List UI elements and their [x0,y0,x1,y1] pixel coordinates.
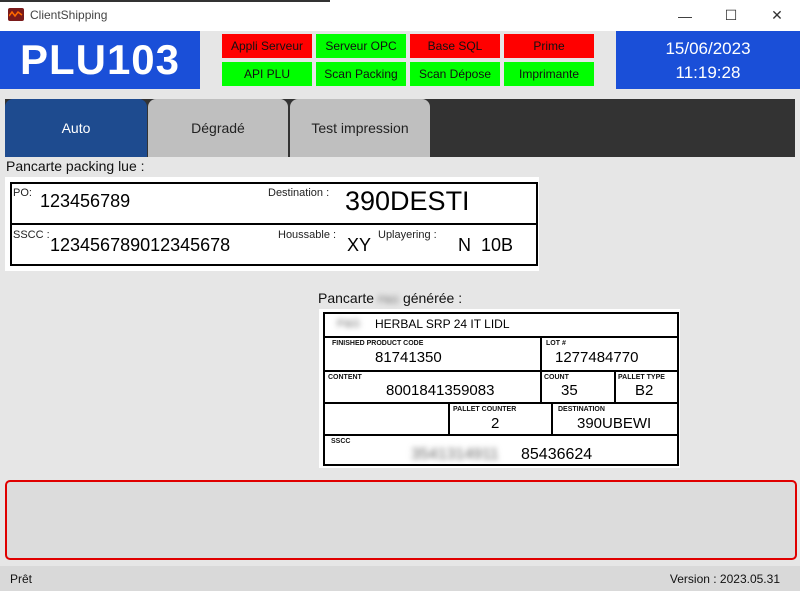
destination-label: Destination : [268,187,330,199]
window-title: ClientShipping [30,8,108,22]
generated-title-prefix: Pancarte [318,290,375,306]
lot-value: 1277484770 [555,349,639,366]
sscc-value-gen: 85436624 [521,446,593,463]
gen-vline-pallet-counter [448,402,450,434]
gen-line-3 [325,402,677,404]
uplayering-label: Uplayering : [378,229,437,241]
sscc-label: SSCC : [13,229,50,241]
app-icon [8,8,24,21]
product-name: HERBAL SRP 24 IT LIDL [375,317,510,331]
gen-vline-lot [540,336,542,370]
packing-card-frame: PO: 123456789 Destination : 390DESTI SSC… [10,182,538,266]
destination-label-gen: DESTINATION [558,406,605,413]
sscc-label-gen: SSCC [331,438,351,445]
datetime-panel: 15/06/2023 11:19:28 [616,31,800,89]
pallet-counter-label: PALLET COUNTER [453,406,517,413]
fpc-value: 81741350 [375,349,442,366]
status-text: Prêt [10,572,33,586]
status-scan-depose: Scan Dépose [410,62,500,86]
content-label: CONTENT [328,374,362,381]
tab-test-impression[interactable]: Test impression [290,99,430,157]
title-accent-line [0,0,330,2]
content-value: 8001841359083 [386,382,495,399]
houssable-value: XY [347,235,372,255]
maximize-button[interactable]: ☐ [708,0,754,31]
count-label: COUNT [544,374,569,381]
destination-value: 390DESTI [345,186,470,216]
pallet-type-label: PALLET TYPE [618,374,665,381]
status-appli-serveur: Appli Serveur [222,34,312,58]
gen-vline-destination [551,402,553,434]
fpc-label: FINISHED PRODUCT CODE [332,340,424,347]
packing-divider [12,223,536,225]
status-prime: Prime [504,34,594,58]
destination-value-gen: 390UBEWI [577,415,652,432]
po-value: 123456789 [40,191,131,211]
generated-label-frame: P&G HERBAL SRP 24 IT LIDL FINISHED PRODU… [323,312,679,466]
gen-vline-pallet-type [614,370,616,402]
time: 11:19:28 [675,63,741,82]
minimize-button[interactable]: — [662,0,708,31]
pallet-type-value: B2 [635,382,654,399]
version-text: Version : 2023.05.31 [669,572,780,586]
status-api-plu: API PLU [222,62,312,86]
uplayering-value: N 10B [458,235,514,255]
generated-title-blurred: P&G [377,295,400,306]
pallet-counter-value: 2 [491,415,500,432]
close-button[interactable]: ✕ [754,0,800,31]
count-value: 35 [561,382,578,399]
sscc-blurred: 3541314911 [411,446,499,463]
tab-degrade[interactable]: Dégradé [148,99,288,157]
houssable-label: Houssable : [278,229,337,241]
brand-blurred: P&G [337,318,361,330]
gen-line-2 [325,370,677,372]
packing-card: PO: 123456789 Destination : 390DESTI SSC… [5,177,539,271]
station-id: PLU103 [0,31,200,89]
generated-label-card: P&G HERBAL SRP 24 IT LIDL FINISHED PRODU… [319,309,680,468]
tab-strip: Auto Dégradé Test impression [5,99,795,157]
generated-title-suffix: générée : [402,290,463,306]
generated-section-title: Pancarte P&G générée : [318,290,462,306]
gen-line-4 [325,434,677,436]
status-serveur-opc: Serveur OPC [316,34,406,58]
status-imprimante: Imprimante [504,62,594,86]
tab-auto[interactable]: Auto [5,99,147,157]
packing-section-title: Pancarte packing lue : [6,158,145,174]
status-base-sql: Base SQL [410,34,500,58]
gen-line-1 [325,336,677,338]
po-label: PO: [13,187,32,199]
sscc-value: 123456789012345678 [50,235,231,255]
date: 15/06/2023 [665,39,751,58]
lot-label: LOT # [546,340,566,347]
status-bar: Prêt Version : 2023.05.31 [0,566,800,591]
gen-vline-count [540,370,542,402]
message-box [5,480,797,560]
title-bar: ClientShipping — ☐ ✕ [0,0,800,31]
header: PLU103 Appli Serveur Serveur OPC Base SQ… [0,31,800,90]
status-scan-packing: Scan Packing [316,62,406,86]
